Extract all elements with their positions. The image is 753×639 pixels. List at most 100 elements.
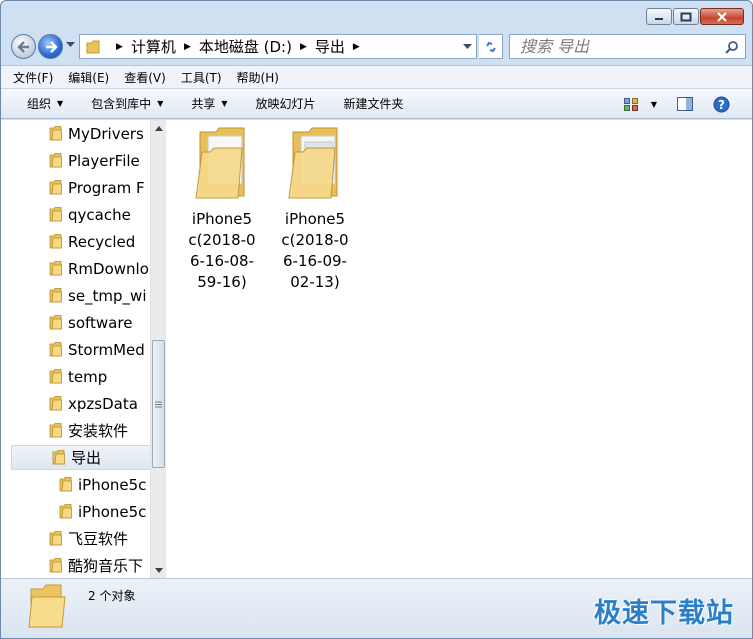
chevron-right-icon: ▶	[116, 41, 123, 52]
nav-tree-item[interactable]: xpzsData	[9, 391, 150, 416]
view-options-button[interactable]: ▼	[623, 97, 657, 111]
file-name: iPhone5 c(2018-0 6-16-09- 02-13)	[273, 209, 357, 293]
folder-icon	[195, 127, 245, 199]
nav-tree-label: StormMed	[68, 340, 145, 359]
file-name-line: c(2018-0	[188, 231, 256, 249]
breadcrumb-drive-d[interactable]: 本地磁盘 (D:) ▶	[199, 36, 315, 57]
organize-label: 组织	[27, 97, 52, 111]
nav-tree-item[interactable]: Program F	[9, 175, 150, 200]
nav-tree-label: software	[68, 313, 133, 332]
chevron-right-icon[interactable]: ▶	[184, 42, 191, 52]
file-name-line: iPhone5	[191, 210, 253, 228]
file-name-line: iPhone5	[284, 210, 346, 228]
file-item[interactable]: iPhone5 c(2018-0 6-16-08- 59-16)	[180, 126, 264, 293]
folder-icon	[49, 153, 62, 168]
search-box	[509, 34, 746, 59]
folder-icon	[86, 40, 100, 53]
file-view: iPhone5 c(2018-0 6-16-08- 59-16) iPhone5 c(20…	[167, 120, 752, 578]
search-icon[interactable]	[725, 40, 739, 54]
forward-button[interactable]	[38, 34, 63, 59]
menu-file[interactable]: 文件(F)	[13, 69, 53, 86]
nav-tree-item[interactable]: MyDrivers	[9, 121, 150, 146]
menu-edit[interactable]: 编辑(E)	[68, 69, 109, 86]
address-row: ▶ 计算机 ▶ 本地磁盘 (D:) ▶ 导出 ▶	[9, 33, 746, 61]
nav-tree-label: Recycled	[68, 232, 136, 251]
scroll-down-button[interactable]	[151, 562, 166, 578]
menu-tools[interactable]: 工具(T)	[181, 69, 222, 86]
caret-down-icon: ▼	[57, 99, 64, 108]
main-area: MyDrivers PlayerFile Program F qycache Recyc…	[1, 120, 752, 578]
watermark-logo: 极速下载站	[594, 598, 734, 629]
folder-icon	[52, 450, 65, 465]
nav-tree-label: 飞豆软件	[68, 530, 129, 548]
nav-scrollbar[interactable]	[150, 120, 166, 578]
arrow-right-icon	[45, 40, 58, 53]
breadcrumb-label: 本地磁盘 (D:)	[198, 38, 292, 56]
include-in-library-button[interactable]: 包含到库中 ▼	[91, 95, 163, 112]
nav-tree-item[interactable]: PlayerFile	[9, 148, 150, 173]
nav-tree-item[interactable]: software	[9, 310, 150, 335]
chevron-right-icon[interactable]: ▶	[300, 42, 307, 52]
nav-tree-item[interactable]: se_tmp_wi	[9, 283, 150, 308]
nav-tree-label: Program F	[68, 178, 145, 197]
new-folder-button[interactable]: 新建文件夹	[344, 95, 404, 112]
folder-icon	[49, 288, 62, 303]
help-icon: ?	[713, 96, 730, 112]
nav-tree-label: xpzsData	[68, 394, 138, 413]
breadcrumb-computer[interactable]: 计算机 ▶	[131, 36, 199, 57]
file-item[interactable]: iPhone5 c(2018-0 6-16-09- 02-13)	[273, 126, 357, 293]
share-button[interactable]: 共享 ▼	[191, 95, 227, 112]
nav-tree-item[interactable]: 酷狗音乐下	[9, 553, 150, 578]
file-name-line: 6-16-08-	[190, 252, 254, 270]
close-icon	[717, 11, 727, 22]
folder-icon	[49, 315, 62, 330]
menu-view[interactable]: 查看(V)	[124, 69, 166, 86]
command-bar: 组织 ▼ 包含到库中 ▼ 共享 ▼ 放映幻灯片 新建文件夹 ▼ ?	[1, 89, 752, 119]
nav-tree-item[interactable]: 飞豆软件	[9, 526, 150, 551]
organize-button[interactable]: 组织 ▼	[27, 95, 63, 112]
refresh-button[interactable]	[479, 34, 503, 59]
chevron-right-icon[interactable]: ▶	[353, 42, 360, 52]
nav-tree-item[interactable]: 安装软件	[9, 418, 150, 443]
close-button[interactable]	[700, 8, 744, 25]
minimize-button[interactable]	[646, 8, 672, 25]
slideshow-button[interactable]: 放映幻灯片	[256, 95, 316, 112]
nav-tree-item[interactable]: Recycled	[9, 229, 150, 254]
nav-tree-item[interactable]: iPhone5c	[9, 499, 150, 524]
folder-icon	[288, 127, 338, 199]
nav-tree-item[interactable]: iPhone5c	[9, 472, 150, 497]
help-button[interactable]: ?	[713, 96, 730, 113]
nav-tree-label: PlayerFile	[68, 151, 140, 170]
search-input[interactable]	[520, 35, 720, 57]
recent-pages-dropdown-icon[interactable]	[66, 42, 75, 48]
scroll-down-icon	[154, 567, 163, 573]
folder-icon	[49, 342, 62, 357]
navigation-pane: MyDrivers PlayerFile Program F qycache Recyc…	[1, 120, 150, 578]
menu-help[interactable]: 帮助(H)	[237, 69, 279, 86]
share-label: 共享	[191, 97, 216, 111]
scroll-up-icon	[154, 125, 163, 131]
nav-tree-item[interactable]: temp	[9, 364, 150, 389]
nav-tree-item[interactable]: RmDownlo	[9, 256, 150, 281]
breadcrumb-export[interactable]: 导出 ▶	[315, 36, 368, 57]
caret-down-icon: ▼	[221, 99, 228, 108]
folder-icon	[49, 558, 62, 573]
maximize-button[interactable]	[673, 8, 699, 25]
nav-tree-label: se_tmp_wi	[68, 286, 147, 305]
address-dropdown-icon[interactable]	[463, 44, 472, 50]
folder-icon	[49, 423, 62, 438]
scrollbar-thumb[interactable]	[152, 340, 165, 468]
address-bar[interactable]: ▶ 计算机 ▶ 本地磁盘 (D:) ▶ 导出 ▶	[79, 34, 477, 59]
back-button[interactable]	[11, 34, 36, 59]
caret-down-icon: ▼	[650, 99, 657, 109]
caret-down-icon: ▼	[157, 99, 164, 108]
maximize-icon	[680, 12, 692, 21]
item-count: 2 个对象	[88, 589, 136, 603]
grip-icon	[155, 401, 162, 407]
nav-tree-item[interactable]: qycache	[9, 202, 150, 227]
preview-pane-button[interactable]	[677, 97, 693, 111]
nav-tree-item[interactable]: StormMed	[9, 337, 150, 362]
scroll-up-button[interactable]	[151, 120, 166, 136]
nav-tree-label: iPhone5c	[78, 502, 147, 521]
nav-tree-item[interactable]: 导出	[11, 445, 150, 470]
